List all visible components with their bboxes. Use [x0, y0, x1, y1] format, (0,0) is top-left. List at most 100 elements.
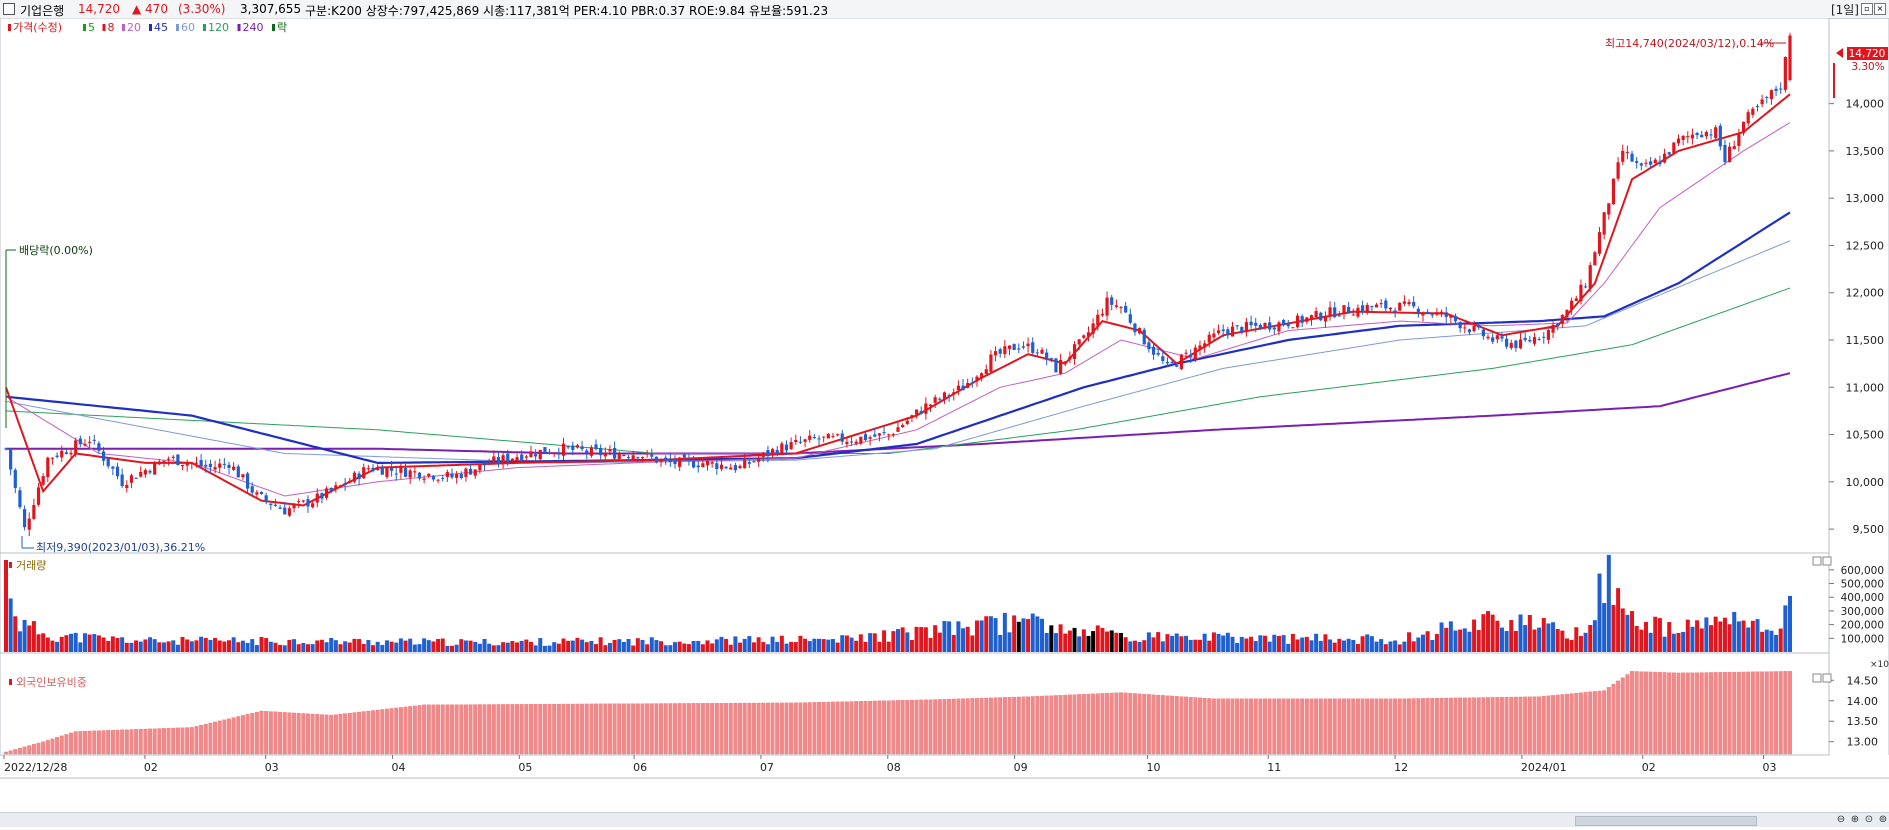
candle-body — [1398, 302, 1402, 311]
price-axis: 9,500 10,000 10,500 11,000 11,500 12,000 12,50… — [1829, 98, 1884, 536]
volume-bar — [1239, 636, 1244, 652]
foreign-bar — [1476, 697, 1481, 755]
foreign-bar — [826, 701, 831, 755]
foreign-bar — [17, 747, 22, 755]
foreign-bar — [1597, 690, 1602, 755]
candle-body — [222, 463, 226, 465]
candle-body — [1518, 339, 1523, 349]
candle-body — [1639, 163, 1643, 166]
candle-body — [441, 477, 445, 479]
zoom-reset-icon[interactable]: ⊙ — [1863, 814, 1875, 826]
volume-bar — [473, 641, 478, 652]
volume-bar — [1732, 611, 1737, 652]
volume-bar — [1648, 632, 1653, 652]
foreign-bar — [900, 700, 905, 755]
candle-body — [1119, 307, 1123, 309]
candle-body — [896, 427, 900, 432]
foreign-bar — [1081, 694, 1086, 755]
candle-body — [1212, 333, 1216, 338]
volume-bar — [496, 645, 501, 652]
foreign-bar — [324, 714, 329, 755]
candle-body — [69, 452, 73, 455]
date-tick-label: 07 — [760, 761, 774, 774]
foreign-bar — [668, 703, 673, 755]
volume-bar — [552, 642, 557, 652]
volume-bar — [686, 644, 691, 652]
volume-bar — [1156, 632, 1161, 652]
candle-body — [1495, 335, 1499, 340]
volume-bar — [1741, 620, 1746, 652]
candle-body — [259, 491, 264, 494]
volume-bar — [1611, 604, 1616, 652]
foreign-bar — [975, 698, 979, 755]
volume-bar — [1578, 636, 1583, 652]
legend-swatch — [237, 24, 241, 31]
candle-body — [1635, 161, 1639, 163]
candle-body — [529, 451, 533, 457]
foreign-tick-label: 13.00 — [1847, 736, 1879, 749]
scroll-thumb[interactable] — [1575, 816, 1757, 826]
candle-body — [506, 453, 510, 462]
foreign-bar — [752, 702, 756, 755]
volume-bar — [1267, 641, 1272, 652]
candle-body — [120, 474, 124, 487]
volume-bar — [199, 636, 204, 652]
candle-body — [431, 475, 436, 480]
header-checkbox[interactable] — [3, 3, 15, 15]
foreign-bar — [765, 702, 770, 755]
volume-bar — [1504, 630, 1509, 652]
volume-bar — [1407, 632, 1412, 652]
volume-bar — [398, 638, 403, 652]
foreign-bar — [840, 701, 845, 755]
foreign-bar — [570, 703, 575, 755]
volume-bar — [264, 638, 269, 652]
foreign-bar — [1486, 697, 1490, 755]
foreign-bar — [1513, 696, 1518, 755]
volume-bar — [73, 632, 78, 652]
candle-body — [989, 354, 993, 372]
foreign-bar — [561, 703, 566, 755]
zoom-fit-icon[interactable]: ⊚ — [1877, 814, 1889, 826]
volume-bar — [1086, 635, 1091, 652]
zoom-out-icon[interactable]: ⊖ — [1835, 814, 1847, 826]
volume-bar — [1527, 614, 1532, 652]
volume-bar — [1588, 624, 1593, 652]
candle-body — [817, 438, 821, 440]
foreign-bar — [245, 714, 250, 755]
candle-body — [659, 459, 663, 462]
foreign-bar — [798, 702, 803, 755]
candle-body — [1198, 345, 1202, 350]
foreign-bar — [31, 744, 36, 755]
volume-bar — [1574, 627, 1579, 652]
foreign-bar — [194, 726, 199, 755]
foreign-bar — [598, 703, 603, 755]
candle-body — [673, 459, 677, 465]
volume-bar — [1625, 614, 1630, 652]
volume-bar — [1597, 573, 1602, 652]
candle-body — [933, 397, 937, 403]
candle-body — [1254, 322, 1258, 326]
foreign-bar — [677, 703, 682, 755]
candle-body — [1723, 144, 1727, 162]
volume-bar — [515, 642, 520, 652]
chart-scrollbar[interactable]: ⊖ ⊕ ⊙ ⊚ — [0, 812, 1889, 827]
volume-bar — [603, 645, 608, 652]
candle-body — [1583, 286, 1588, 288]
volume-bar — [1434, 634, 1439, 652]
foreign-bar — [1383, 698, 1388, 755]
volume-bar — [1105, 631, 1110, 652]
volume-bar — [998, 635, 1003, 652]
volume-bar — [1783, 605, 1788, 652]
volume-bar — [477, 643, 482, 652]
foreign-bar — [1123, 692, 1128, 755]
period-selector[interactable]: [1일] — [1831, 1, 1859, 18]
restore-icon[interactable]: ▫ — [1861, 3, 1873, 15]
close-icon[interactable]: × — [1874, 3, 1886, 15]
candle-body — [901, 424, 905, 428]
foreign-bar — [1072, 694, 1077, 755]
candle-body — [1779, 88, 1783, 90]
foreign-bar — [1774, 671, 1779, 755]
zoom-in-icon[interactable]: ⊕ — [1849, 814, 1861, 826]
candle-body — [55, 455, 59, 457]
foreign-bar — [1179, 696, 1184, 755]
